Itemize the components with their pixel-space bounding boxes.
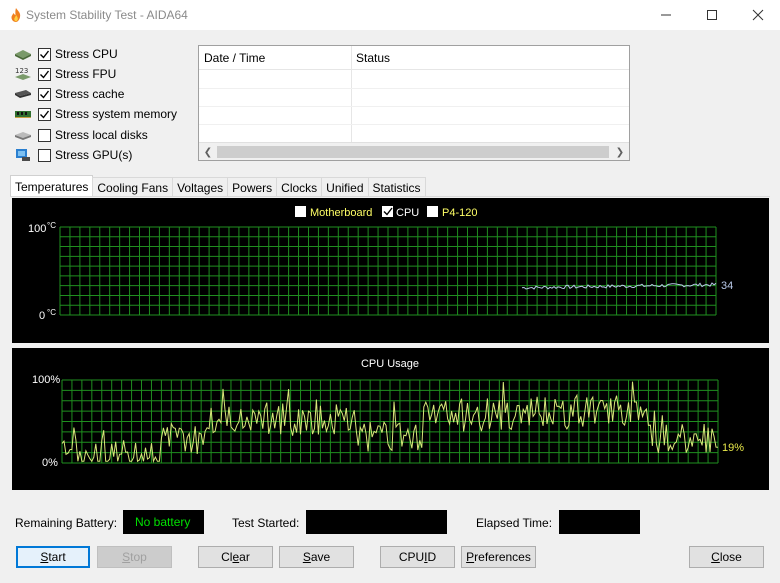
preferences-button[interactable]: Preferences	[461, 546, 536, 568]
temp-unit-bottom: °C	[47, 308, 56, 317]
cpuid-button[interactable]: CPU I D	[380, 546, 455, 568]
cpu-usage-chart: CPU Usage 100% 0% 19%	[32, 358, 744, 469]
maximize-button[interactable]	[689, 0, 735, 30]
stress-disks-label: Stress local disks	[55, 128, 148, 142]
horizontal-scrollbar[interactable]: ❮ ❯	[199, 142, 629, 160]
stress-disks-checkbox[interactable]	[38, 128, 51, 142]
cpu-usage-graph: CPU Usage 100% 0% 19%	[12, 348, 769, 490]
tab-unified[interactable]: Unified	[321, 177, 369, 197]
close-button[interactable]: Close	[689, 546, 764, 568]
tab-temperatures[interactable]: Temperatures	[10, 175, 94, 197]
stress-gpu-label: Stress GPU(s)	[55, 148, 133, 162]
stress-cache-checkbox[interactable]	[38, 87, 51, 101]
stress-cpu-checkbox[interactable]	[38, 47, 51, 61]
stress-cpu-option[interactable]: Stress CPU	[14, 44, 118, 64]
battery-status-box: No battery	[123, 510, 204, 534]
stress-fpu-option[interactable]: 123 Stress FPU	[14, 64, 116, 84]
stress-cache-option[interactable]: Stress cache	[14, 84, 124, 104]
cache-icon	[14, 86, 32, 102]
cpu-y-min-label: 0%	[42, 457, 58, 469]
stress-cache-label: Stress cache	[55, 87, 125, 101]
remaining-battery-label: Remaining Battery:	[15, 516, 118, 530]
stress-fpu-label: Stress FPU	[55, 67, 117, 81]
temp-current-value: 34	[721, 280, 733, 292]
stress-memory-option[interactable]: Stress system memory	[14, 104, 177, 124]
tab-panel-border	[10, 196, 770, 197]
temperature-grid	[59, 226, 717, 316]
row-divider	[199, 88, 629, 89]
svg-text:123: 123	[15, 67, 28, 75]
battery-status-value: No battery	[135, 515, 191, 529]
title-bar: System Stability Test - AIDA64	[0, 0, 780, 30]
close-icon	[752, 9, 764, 21]
test-started-value	[306, 510, 447, 534]
status-log-table[interactable]: Date / Time Status ❮ ❯	[198, 45, 630, 161]
gpu-icon	[14, 147, 32, 163]
stress-disks-option[interactable]: Stress local disks	[14, 125, 148, 145]
tab-cooling-fans[interactable]: Cooling Fans	[92, 177, 174, 197]
maximize-icon	[707, 10, 717, 20]
graph-tabs: Temperatures Cooling Fans Voltages Power…	[10, 175, 426, 197]
fpu-icon: 123	[14, 66, 32, 82]
scroll-right-icon[interactable]: ❯	[613, 146, 627, 158]
tab-statistics[interactable]: Statistics	[367, 177, 426, 197]
legend-cpu-label: CPU	[396, 207, 419, 219]
stress-gpu-checkbox[interactable]	[38, 148, 51, 162]
window-title: System Stability Test - AIDA64	[26, 8, 188, 22]
temp-y-min-label: 0	[39, 310, 45, 322]
column-divider	[351, 46, 352, 142]
temp-unit-top: °C	[47, 221, 56, 230]
tab-powers[interactable]: Powers	[227, 177, 278, 197]
scroll-left-icon[interactable]: ❮	[201, 146, 215, 158]
column-header-status[interactable]: Status	[356, 51, 390, 65]
cpu-usage-title: CPU Usage	[361, 358, 419, 370]
column-header-date-time[interactable]: Date / Time	[204, 51, 265, 65]
cpu-current-value: 19%	[722, 442, 744, 454]
tab-clocks[interactable]: Clocks	[276, 177, 323, 197]
start-button[interactable]: Start	[16, 546, 90, 568]
clear-button[interactable]: Cl e ar	[198, 546, 273, 568]
cpu-y-max-label: 100%	[32, 374, 60, 386]
disk-icon	[14, 127, 32, 143]
save-button[interactable]: Save	[279, 546, 354, 568]
table-header: Date / Time Status	[199, 46, 629, 70]
minimize-icon	[661, 14, 671, 16]
minimize-button[interactable]	[643, 0, 689, 30]
legend-cpu-checkbox[interactable]	[382, 206, 393, 217]
elapsed-time-value	[559, 510, 640, 534]
legend-motherboard-checkbox[interactable]	[295, 206, 306, 217]
test-started-label: Test Started:	[232, 516, 300, 530]
temperature-chart: Motherboard CPU P4-120 100 °C 0 °C 34	[28, 206, 733, 322]
legend-p4-120-label: P4-120	[442, 207, 477, 219]
stress-memory-checkbox[interactable]	[38, 107, 51, 121]
cpu-icon	[14, 46, 32, 62]
temp-y-max-label: 100	[28, 223, 46, 235]
row-divider	[199, 124, 629, 125]
row-divider	[199, 106, 629, 107]
stress-memory-label: Stress system memory	[55, 107, 178, 121]
stop-button[interactable]: Stop	[97, 546, 172, 568]
temperature-graph: Motherboard CPU P4-120 100 °C 0 °C 34	[12, 198, 769, 343]
elapsed-time-label: Elapsed Time:	[476, 516, 553, 530]
stress-gpu-option[interactable]: Stress GPU(s)	[14, 145, 132, 165]
legend-motherboard-label: Motherboard	[310, 207, 372, 219]
aida64-flame-icon	[11, 8, 21, 22]
stress-cpu-label: Stress CPU	[55, 47, 118, 61]
close-window-button[interactable]	[735, 0, 780, 30]
tab-voltages[interactable]: Voltages	[172, 177, 229, 197]
scrollbar-thumb[interactable]	[217, 146, 609, 158]
stress-fpu-checkbox[interactable]	[38, 67, 51, 81]
memory-icon	[14, 106, 32, 122]
legend-p4-120-checkbox[interactable]	[427, 206, 438, 217]
